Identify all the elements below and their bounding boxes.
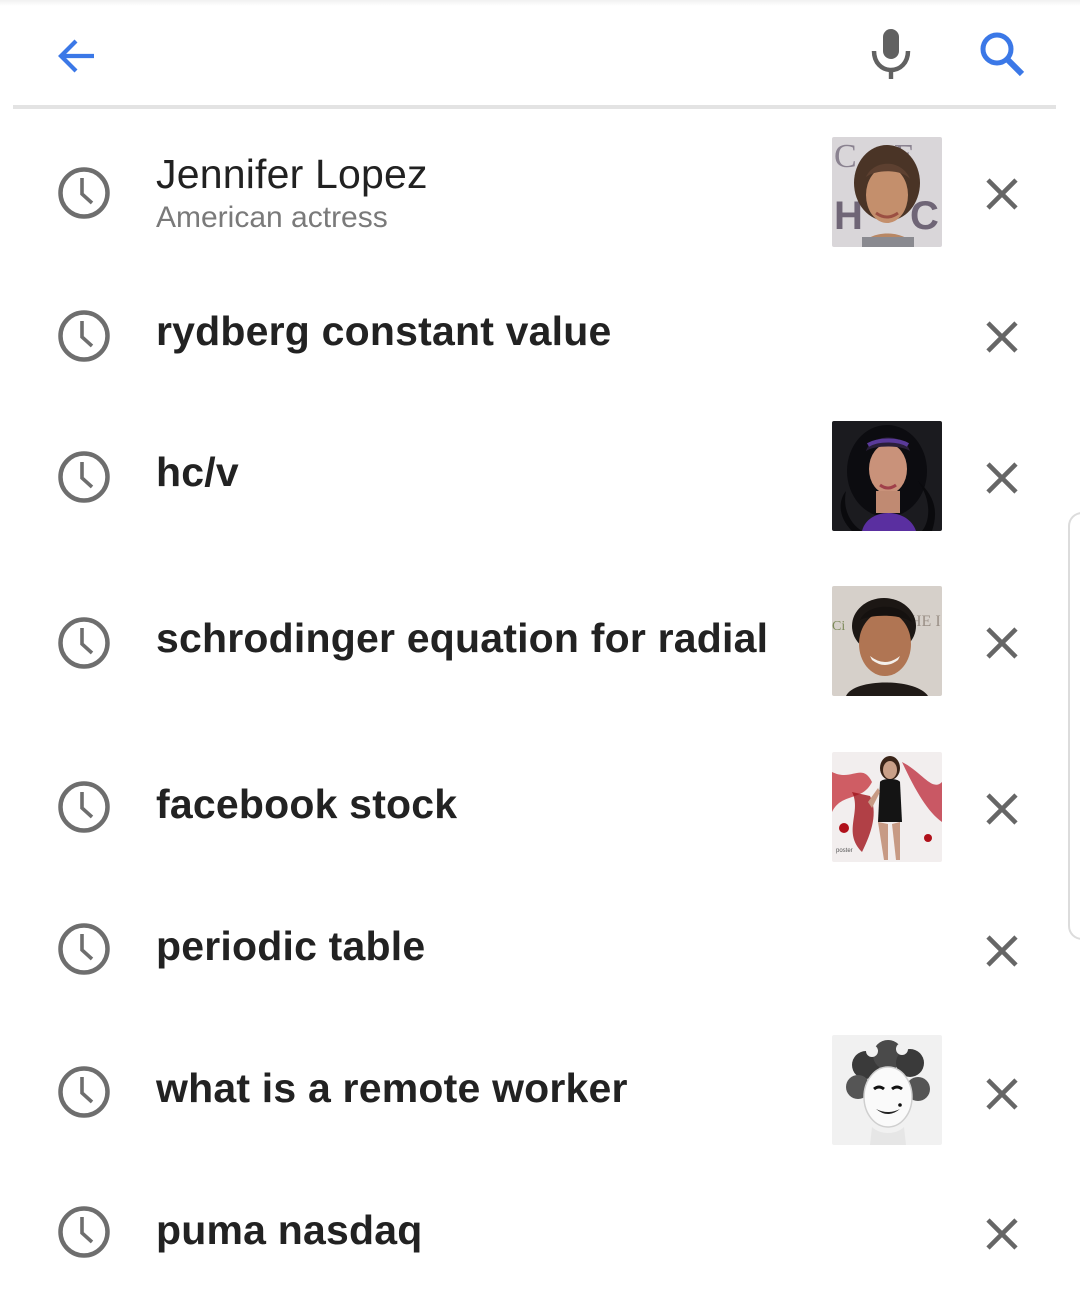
history-clock-icon bbox=[58, 617, 110, 669]
history-item[interactable]: what is a remote worker bbox=[0, 1014, 1080, 1164]
history-item[interactable]: periodic table bbox=[0, 873, 1080, 1023]
history-item-text: puma nasdaq bbox=[156, 1205, 780, 1255]
history-item-title: what is a remote worker bbox=[156, 1065, 628, 1111]
history-item-text: hc/v bbox=[156, 447, 780, 497]
arrow-back-icon bbox=[58, 39, 94, 73]
remove-history-item-button[interactable] bbox=[975, 616, 1029, 670]
back-button[interactable] bbox=[40, 20, 112, 92]
remove-history-item-button[interactable] bbox=[975, 782, 1029, 836]
close-icon bbox=[986, 793, 1018, 825]
close-icon bbox=[986, 178, 1018, 210]
history-item-title: periodic table bbox=[156, 923, 426, 969]
remove-history-item-button[interactable] bbox=[975, 310, 1029, 364]
history-item-title: hc/v bbox=[156, 449, 239, 495]
history-clock-icon bbox=[58, 923, 110, 975]
history-clock-icon bbox=[58, 1206, 110, 1258]
svg-text:poster: poster bbox=[836, 848, 853, 854]
portrait-photo bbox=[832, 421, 942, 531]
header-divider bbox=[13, 105, 1056, 109]
history-item-thumbnail bbox=[832, 1035, 942, 1145]
history-item-title: Jennifer Lopez bbox=[156, 151, 428, 197]
close-icon bbox=[986, 1078, 1018, 1110]
close-icon bbox=[986, 321, 1018, 353]
history-item-thumbnail: C E H C bbox=[832, 137, 942, 247]
remove-history-item-button[interactable] bbox=[975, 924, 1029, 978]
history-clock-icon bbox=[58, 451, 110, 503]
poster-photo: poster bbox=[832, 752, 942, 862]
svg-text:C: C bbox=[834, 138, 857, 175]
history-item[interactable]: Jennifer Lopez American actress C E H C bbox=[0, 115, 1080, 265]
history-item[interactable]: facebook stock poster bbox=[0, 731, 1080, 881]
history-item-thumbnail: HE I Ci bbox=[832, 586, 942, 696]
scroll-edge-indicator bbox=[1068, 512, 1080, 940]
history-clock-icon bbox=[58, 1066, 110, 1118]
history-item-subtitle: American actress bbox=[156, 201, 388, 234]
svg-text:Ci: Ci bbox=[832, 619, 845, 634]
history-item[interactable]: rydberg constant value bbox=[0, 260, 1080, 410]
history-clock-icon bbox=[58, 781, 110, 833]
voice-search-button[interactable] bbox=[855, 18, 927, 90]
history-item-text: Jennifer Lopez American actress bbox=[156, 149, 780, 237]
remove-history-item-button[interactable] bbox=[975, 1207, 1029, 1261]
history-item-title: facebook stock bbox=[156, 781, 458, 827]
portrait-photo: HE I Ci bbox=[832, 586, 942, 696]
history-item-text: facebook stock bbox=[156, 779, 780, 829]
history-item-text: what is a remote worker bbox=[156, 1063, 780, 1113]
portrait-photo bbox=[832, 1035, 942, 1145]
history-clock-icon bbox=[58, 310, 110, 362]
history-item-text: schrodinger equation for radial bbox=[156, 613, 780, 663]
history-item[interactable]: hc/v bbox=[0, 400, 1080, 550]
history-clock-icon bbox=[58, 167, 110, 219]
remove-history-item-button[interactable] bbox=[975, 167, 1029, 221]
search-button[interactable] bbox=[966, 18, 1038, 90]
close-icon bbox=[986, 627, 1018, 659]
remove-history-item-button[interactable] bbox=[975, 1067, 1029, 1121]
history-item-thumbnail: poster bbox=[832, 752, 942, 862]
top-shadow bbox=[0, 0, 1080, 6]
history-item[interactable]: puma nasdaq bbox=[0, 1156, 1080, 1306]
close-icon bbox=[986, 935, 1018, 967]
search-icon bbox=[980, 32, 1025, 77]
history-item-title: schrodinger equation for radial bbox=[156, 615, 769, 661]
portrait-photo: C E H C bbox=[832, 137, 942, 247]
history-item-title: rydberg constant value bbox=[156, 308, 612, 354]
history-item-thumbnail bbox=[832, 421, 942, 531]
history-item-text: periodic table bbox=[156, 921, 780, 971]
search-top-bar bbox=[0, 0, 1080, 108]
remove-history-item-button[interactable] bbox=[975, 451, 1029, 505]
history-item-title: puma nasdaq bbox=[156, 1207, 423, 1253]
close-icon bbox=[986, 1218, 1018, 1250]
microphone-icon bbox=[871, 29, 911, 79]
history-item[interactable]: schrodinger equation for radial HE I Ci bbox=[0, 565, 1080, 715]
close-icon bbox=[986, 462, 1018, 494]
history-item-text: rydberg constant value bbox=[156, 306, 780, 356]
